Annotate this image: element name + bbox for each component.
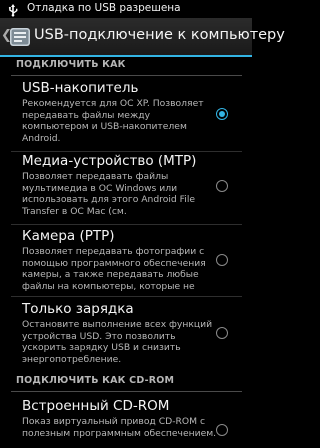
option-ptp[interactable]: Камера (PTP) Позволяет передавать фотогр… (0, 228, 252, 300)
status-bar: Отладка по USB разрешена (0, 0, 252, 18)
option-charge-only[interactable]: Только зарядка Остановите выполнение все… (0, 301, 252, 367)
option-summary: Остановите выполнение всех функций устро… (22, 319, 213, 365)
divider (11, 151, 242, 152)
radio-mtp[interactable] (216, 180, 228, 192)
divider (11, 296, 242, 297)
option-title: Только зарядка (22, 301, 134, 317)
option-built-in-cdrom[interactable]: Встроенный CD-ROM Показ виртуальный прив… (0, 398, 252, 448)
option-summary: Позволяет передавать фотографии с помощь… (22, 246, 206, 292)
option-summary: Показ виртуальный привод CD-ROM с полезн… (22, 416, 217, 439)
radio-usb-storage[interactable] (216, 108, 228, 120)
radio-built-in-cdrom[interactable] (216, 424, 228, 436)
divider (11, 224, 242, 225)
option-title: Камера (PTP) (22, 228, 115, 244)
option-mtp[interactable]: Медиа-устройство (MTP) Позволяет передав… (0, 153, 252, 225)
radio-charge-only[interactable] (216, 327, 228, 339)
action-bar: ❮ USB-подключение к компьютеру (0, 18, 285, 57)
option-summary: Рекомендуется для ОС XP. Позволяет перед… (22, 98, 204, 144)
option-summary: Позволяет передавать файлы мультимедиа в… (22, 171, 196, 217)
option-title: Встроенный CD-ROM (22, 398, 170, 414)
section-header-connect-as-cdrom: ПОДКЛЮЧИТЬ КАК CD-ROM (11, 373, 242, 392)
settings-app-icon[interactable] (9, 26, 31, 52)
settings-list[interactable]: ПОДКЛЮЧИТЬ КАК USB-накопитель Рекомендуе… (0, 57, 252, 448)
option-title: USB-накопитель (22, 80, 139, 96)
option-title: Медиа-устройство (MTP) (22, 153, 197, 169)
status-notification-text: Отладка по USB разрешена (27, 2, 181, 14)
section-header-connect-as: ПОДКЛЮЧИТЬ КАК (11, 57, 242, 76)
page-title: USB-подключение к компьютеру (34, 27, 285, 43)
radio-ptp[interactable] (216, 254, 228, 266)
option-usb-storage[interactable]: USB-накопитель Рекомендуется для ОС XP. … (0, 80, 252, 154)
